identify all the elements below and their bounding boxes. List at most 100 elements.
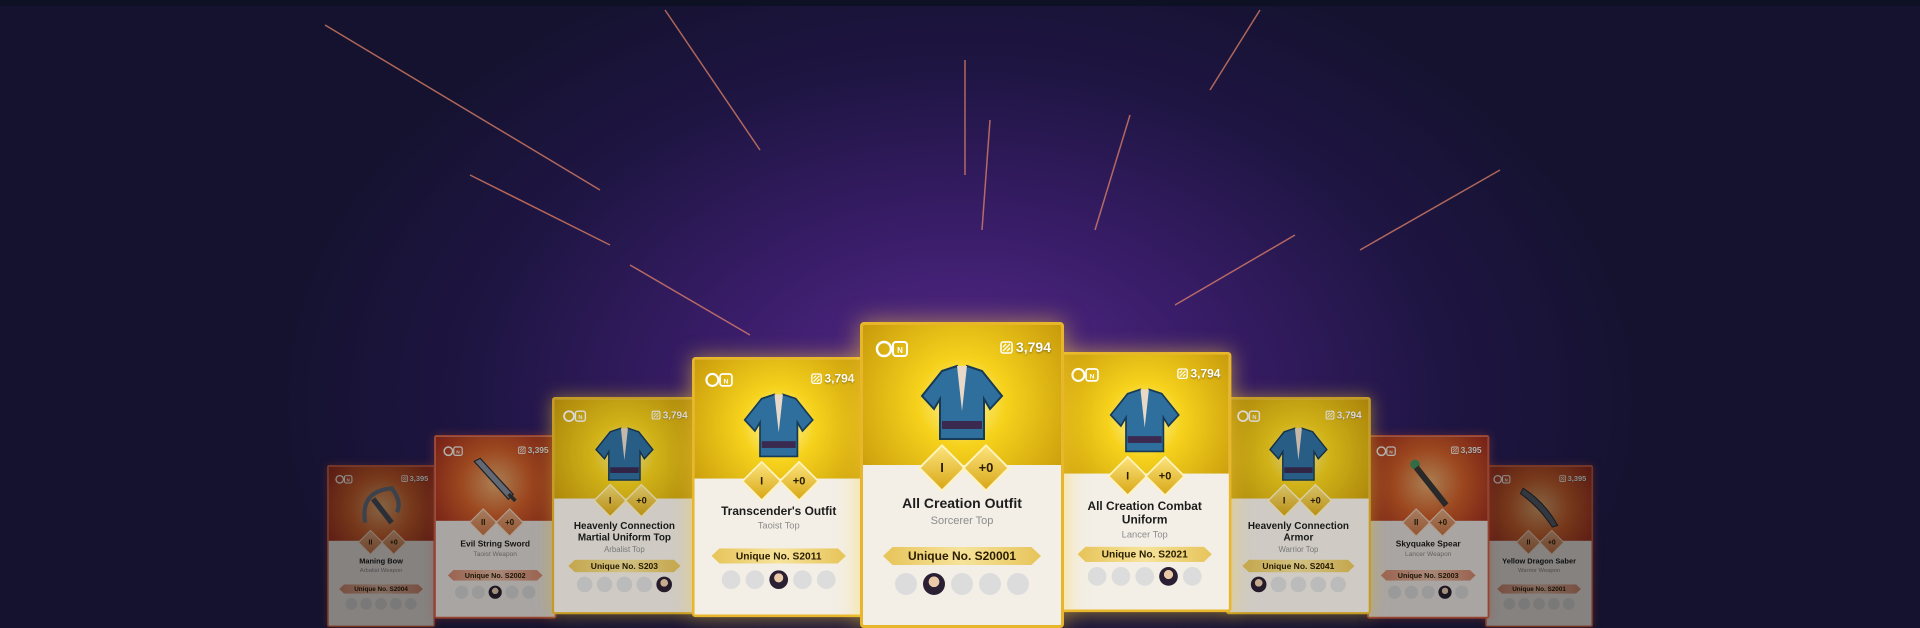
class-avatar <box>1111 567 1131 586</box>
class-avatar <box>1330 576 1346 593</box>
class-avatar <box>505 585 519 599</box>
class-avatar <box>923 573 945 595</box>
card-art: N 3,794 <box>554 399 695 499</box>
class-avatar <box>596 576 613 593</box>
class-avatars <box>863 573 1061 595</box>
svg-text:N: N <box>347 477 350 482</box>
nft-logo-icon: N <box>1237 410 1261 423</box>
class-avatar <box>1310 576 1327 593</box>
unique-number: Unique No. S2002 <box>447 570 543 581</box>
class-avatar <box>488 585 502 599</box>
armor-icon <box>743 393 814 458</box>
card-art: N 3,395 <box>328 466 434 541</box>
card-art: N 3,395 <box>1368 436 1488 521</box>
price-value: 3,794 <box>1015 339 1051 355</box>
nft-card-7[interactable]: N 3,794 I +0 Heavenly Connection Armor W… <box>1226 397 1371 615</box>
item-name: Yellow Dragon Saber <box>1502 556 1576 566</box>
nft-card-3[interactable]: N 3,794 I +0 Heavenly Connection Martial… <box>552 397 697 615</box>
item-name: Transcender's Outfit <box>721 504 837 518</box>
class-avatar <box>616 576 633 593</box>
armor-icon <box>920 364 1004 440</box>
nft-card-6[interactable]: N 3,794 I +0 All Creation Combat Uniform… <box>1058 352 1232 613</box>
item-type: Taoist Weapon <box>473 550 517 558</box>
item-type: Lancer Weapon <box>1404 550 1452 558</box>
class-avatar <box>1388 585 1402 599</box>
class-avatar <box>455 585 469 599</box>
class-avatar <box>1135 567 1155 586</box>
nft-logo-icon: N <box>563 410 587 423</box>
item-type: Lancer Top <box>1121 529 1168 540</box>
class-avatar <box>895 573 917 595</box>
class-avatar <box>1270 576 1287 593</box>
nft-card-8[interactable]: N 3,395 II +0 Skyquake Spear Lancer Weap… <box>1367 435 1490 619</box>
class-avatar <box>1159 567 1178 586</box>
nft-logo-icon: N <box>1493 474 1511 484</box>
svg-text:N: N <box>456 450 460 456</box>
class-avatars <box>695 570 863 590</box>
armor-icon <box>595 427 654 481</box>
card-art: N 3,395 <box>1486 466 1592 541</box>
class-avatar <box>576 576 593 593</box>
class-avatars <box>1228 576 1369 593</box>
class-avatar <box>793 570 812 590</box>
class-avatar <box>636 576 653 593</box>
class-avatar <box>471 585 485 599</box>
card-art: N 3,794 <box>863 325 1061 465</box>
item-name: Heavenly Connection Armor <box>1247 519 1349 543</box>
spear-icon <box>1410 459 1449 508</box>
nft-card-5[interactable]: N 3,794 I +0 All Creation Outfit Sorcere… <box>860 322 1064 628</box>
class-avatar <box>745 570 765 590</box>
class-avatar <box>1404 585 1418 599</box>
unique-number: Unique No. S2003 <box>1380 570 1476 581</box>
unique-number: Unique No. S2001 <box>1497 584 1581 594</box>
class-avatars <box>1369 585 1488 599</box>
unique-number: Unique No. S20001 <box>883 547 1041 565</box>
nft-card-2[interactable]: N 3,395 II +0 Evil String Sword Taoist W… <box>434 435 557 619</box>
class-avatars <box>1061 567 1229 586</box>
card-art: N 3,395 <box>435 436 555 521</box>
svg-text:N: N <box>1252 415 1256 421</box>
unique-number: Unique No. S2004 <box>339 584 423 594</box>
svg-text:N: N <box>1389 450 1393 456</box>
price-value: 3,794 <box>1336 409 1362 421</box>
item-type: Taoist Top <box>757 521 800 532</box>
card-art: N 3,794 <box>1228 399 1369 499</box>
item-type: Warrior Top <box>1278 545 1319 554</box>
class-avatar <box>721 570 741 590</box>
class-avatars <box>436 585 555 599</box>
card-art: N 3,794 <box>1060 354 1229 474</box>
item-name: Maning Bow <box>359 556 403 566</box>
svg-text:N: N <box>897 346 903 355</box>
item-type: Arbalist Weapon <box>359 567 403 574</box>
class-avatar <box>979 573 1001 595</box>
class-avatars <box>554 576 695 593</box>
svg-text:N: N <box>1090 373 1095 380</box>
unique-number: Unique No. S2011 <box>711 548 846 564</box>
item-name: All Creation Combat Uniform <box>1087 499 1202 527</box>
svg-text:N: N <box>724 378 729 385</box>
unique-number: Unique No. S2041 <box>1242 559 1355 573</box>
nft-card-1[interactable]: N 3,395 II +0 Maning Bow Arbalist Weapon… <box>327 465 436 628</box>
nft-logo-icon: N <box>1071 367 1099 382</box>
nft-card-4[interactable]: N 3,794 I +0 Transcender's Outfit Taoist… <box>692 357 866 618</box>
class-avatar <box>1438 585 1452 599</box>
price-value: 3,395 <box>409 474 429 483</box>
sword-icon <box>473 457 517 503</box>
item-name: Heavenly Connection Martial Uniform Top <box>573 519 675 543</box>
item-type: Warrior Weapon <box>1517 567 1561 574</box>
item-name: Evil String Sword <box>460 538 530 549</box>
nft-card-9[interactable]: N 3,395 II +0 Yellow Dragon Saber Warrio… <box>1485 465 1594 628</box>
item-name: Skyquake Spear <box>1395 538 1461 549</box>
nft-logo-icon: N <box>443 446 463 457</box>
price-value: 3,395 <box>1567 474 1587 483</box>
armor-icon <box>1269 427 1328 481</box>
price-value: 3,395 <box>527 445 549 455</box>
price-value: 3,395 <box>1460 445 1482 455</box>
class-avatar <box>1250 576 1267 593</box>
price-value: 3,794 <box>662 409 688 421</box>
nft-logo-icon: N <box>335 474 353 484</box>
unique-number: Unique No. S2021 <box>1077 546 1212 562</box>
class-avatar <box>1290 576 1307 593</box>
svg-text:N: N <box>1505 477 1508 482</box>
class-avatar <box>769 570 789 590</box>
